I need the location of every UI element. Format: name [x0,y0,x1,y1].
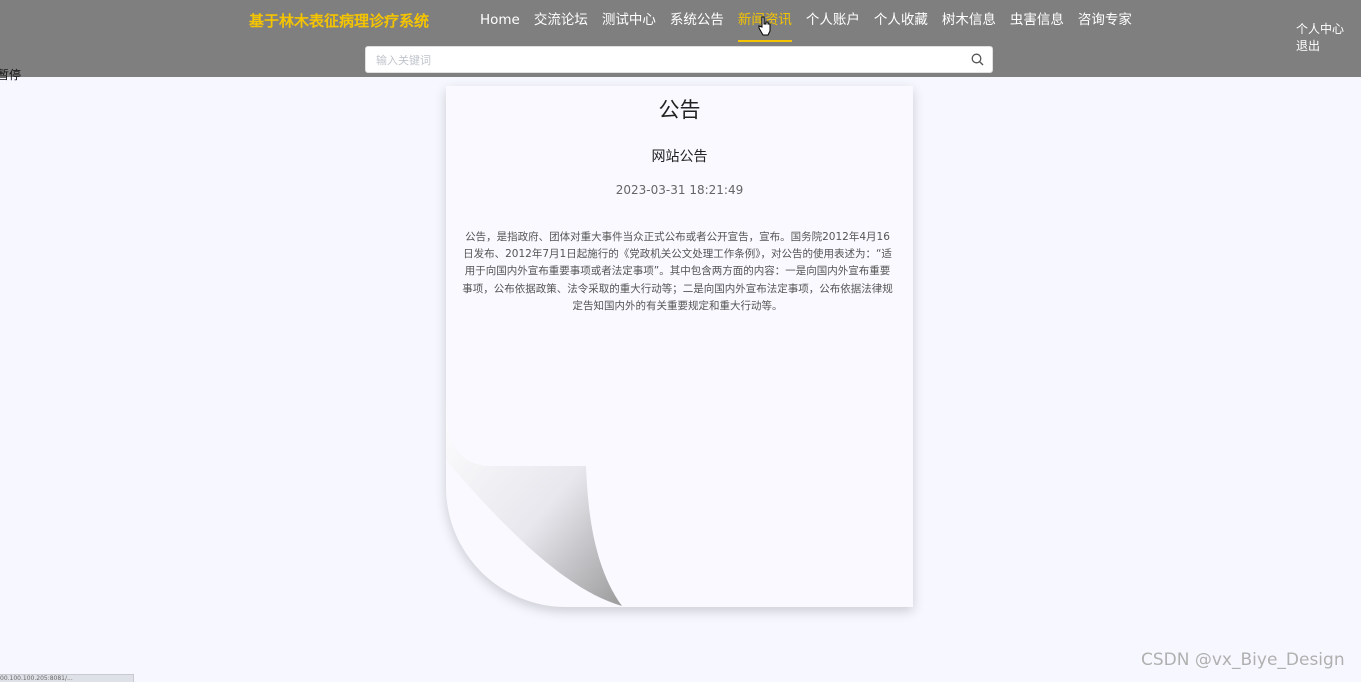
nav-item-consult-expert[interactable]: 咨询专家 [1078,10,1132,44]
main-nav: Home 交流论坛 测试中心 系统公告 新闻资讯 个人账户 个人收藏 树木信息 … [480,10,1146,44]
search-box [365,46,993,73]
mouse-cursor-icon [758,16,771,36]
nav-item-tree-info[interactable]: 树木信息 [942,10,996,44]
overlay-text: 暂停 [0,68,22,82]
nav-item-favorites[interactable]: 个人收藏 [874,10,928,44]
search-icon[interactable] [971,53,984,66]
notice-time: 2023-03-31 18:21:49 [615,183,744,197]
notice-paper: 公告 网站公告 2023-03-31 18:21:49 公告，是指政府、团体对重… [446,86,913,607]
user-links: 个人中心 退出 [1296,21,1344,55]
top-header: 基于林木表征病理诊疗系统 Home 交流论坛 测试中心 系统公告 新闻资讯 个人… [0,0,1361,77]
nav-item-forum[interactable]: 交流论坛 [534,10,588,44]
csdn-watermark: CSDN @vx_Biye_Design [1141,650,1345,670]
notice-title: 网站公告 [651,149,708,165]
personal-center-link[interactable]: 个人中心 [1296,21,1344,38]
nav-item-home[interactable]: Home [480,10,520,44]
site-brand[interactable]: 基于林木表征病理诊疗系统 [249,10,429,31]
nav-item-account[interactable]: 个人账户 [806,10,860,44]
notice-content: 公告，是指政府、团体对重大事件当众正式公布或者公开宣告，宣布。国务院2012年4… [462,231,893,312]
nav-item-test-center[interactable]: 测试中心 [602,10,656,44]
nav-item-pest-info[interactable]: 虫害信息 [1010,10,1064,44]
notice-heading: 公告 [658,98,701,122]
search-input[interactable] [374,50,968,71]
logout-link[interactable]: 退出 [1296,38,1344,55]
nav-item-announcements[interactable]: 系统公告 [670,10,724,44]
